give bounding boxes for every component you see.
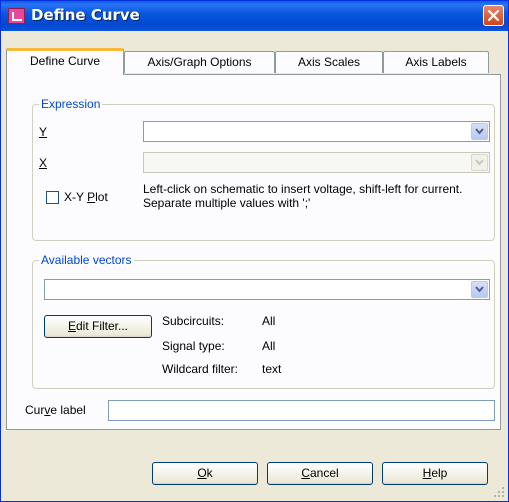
available-vectors-combo[interactable] xyxy=(44,279,490,300)
edit-filter-button[interactable]: Edit Filter... xyxy=(44,315,152,338)
x-dropdown-button[interactable] xyxy=(471,154,488,171)
help-button[interactable]: Help xyxy=(382,462,488,485)
curve-label-input[interactable] xyxy=(108,400,495,421)
expression-group: Expression Y X X-Y Plot Left-click on sc… xyxy=(32,97,495,241)
wildcard-filter-label: Wildcard filter: xyxy=(162,362,239,376)
available-vectors-group: Available vectors Edit Filter... Subcirc… xyxy=(32,253,495,389)
x-expression-combo[interactable] xyxy=(143,152,490,173)
x-label: X xyxy=(39,156,48,170)
tab-panel: Expression Y X X-Y Plot Left-click on sc… xyxy=(6,74,501,430)
vectors-dropdown-button[interactable] xyxy=(471,281,488,298)
xy-plot-checkbox[interactable] xyxy=(46,191,59,204)
expression-group-title: Expression xyxy=(39,97,103,111)
resize-grip-icon[interactable] xyxy=(493,486,505,498)
y-label: Y xyxy=(39,125,48,139)
app-icon xyxy=(8,8,25,24)
signal-type-label: Signal type: xyxy=(162,339,225,353)
tab-axis-scales[interactable]: Axis Scales xyxy=(275,51,383,73)
chevron-down-icon xyxy=(475,159,484,166)
close-button[interactable] xyxy=(483,5,504,26)
tab-define-curve[interactable]: Define Curve xyxy=(6,48,124,75)
tab-strip: Define Curve Axis/Graph Options Axis Sca… xyxy=(6,48,501,75)
insert-hint-text: Left-click on schematic to insert voltag… xyxy=(143,182,463,210)
tab-axis-labels[interactable]: Axis Labels xyxy=(383,51,489,73)
ok-button[interactable]: Ok xyxy=(152,462,258,485)
wildcard-filter-value: text xyxy=(262,362,282,376)
y-expression-combo[interactable] xyxy=(143,121,490,142)
chevron-down-icon xyxy=(475,128,484,135)
window-title: Define Curve xyxy=(31,6,140,24)
signal-type-value: All xyxy=(262,339,276,353)
subcircuits-value: All xyxy=(262,314,276,328)
dialog-body: Define Curve Axis/Graph Options Axis Sca… xyxy=(1,31,508,501)
xy-plot-label: X-Y Plot xyxy=(64,190,108,204)
curve-label-label: Curve label xyxy=(25,403,86,417)
subcircuits-label: Subcircuits: xyxy=(162,314,225,328)
tab-axis-graph-options[interactable]: Axis/Graph Options xyxy=(124,51,275,73)
define-curve-dialog: Define Curve Define Curve Axis/Graph Opt… xyxy=(0,0,509,502)
close-icon xyxy=(487,9,500,22)
title-bar[interactable]: Define Curve xyxy=(1,1,508,31)
chevron-down-icon xyxy=(475,286,484,293)
cancel-button[interactable]: Cancel xyxy=(267,462,373,485)
available-vectors-group-title: Available vectors xyxy=(39,253,134,267)
y-dropdown-button[interactable] xyxy=(471,123,488,140)
